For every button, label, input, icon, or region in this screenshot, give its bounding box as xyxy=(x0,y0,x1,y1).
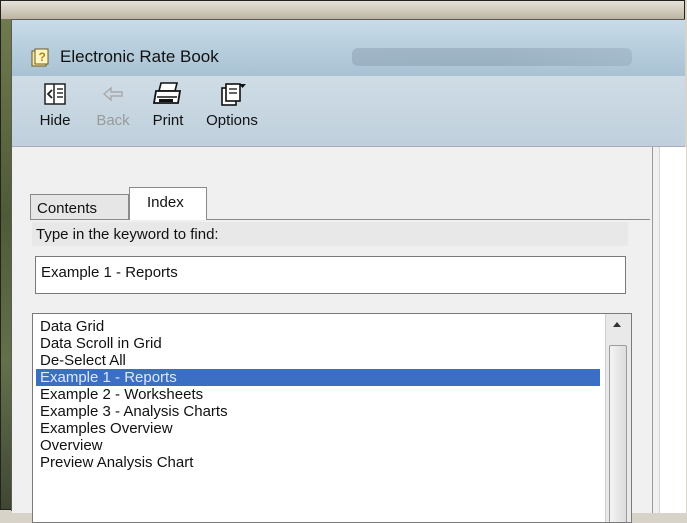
toolbar: Hide Back Print Options xyxy=(12,76,685,147)
list-item[interactable]: Data Grid xyxy=(36,318,600,335)
topic-content-pane xyxy=(660,147,686,513)
window-title: Electronic Rate Book xyxy=(60,47,219,66)
scroll-thumb[interactable] xyxy=(609,345,627,522)
title-bar[interactable]: ? Electronic Rate Book xyxy=(12,20,685,76)
hide-icon xyxy=(36,80,74,108)
options-label: Options xyxy=(206,112,258,129)
keyword-prompt: Type in the keyword to find: xyxy=(32,222,628,246)
background-strip xyxy=(1,1,684,19)
help-question-icon: ? xyxy=(30,48,50,68)
printer-icon xyxy=(148,80,188,108)
list-item-selected[interactable]: Example 1 - Reports xyxy=(36,369,600,386)
svg-text:?: ? xyxy=(39,50,46,64)
scroll-up-arrow-icon[interactable] xyxy=(613,322,621,327)
back-arrow-icon xyxy=(91,80,135,108)
list-scrollbar[interactable] xyxy=(605,314,631,522)
blurred-background xyxy=(352,48,632,66)
list-item[interactable]: Preview Analysis Chart xyxy=(36,454,600,471)
tab-index[interactable]: Index xyxy=(129,187,207,220)
list-item[interactable]: Overview xyxy=(36,437,600,454)
print-label: Print xyxy=(152,112,184,129)
index-list[interactable]: Data Grid Data Scroll in Grid De-Select … xyxy=(32,313,632,523)
list-item[interactable]: Example 3 - Analysis Charts xyxy=(36,403,600,420)
background-left-strip xyxy=(1,19,11,509)
print-button[interactable]: Print xyxy=(148,80,188,129)
options-icon xyxy=(200,80,264,108)
list-item[interactable]: Examples Overview xyxy=(36,420,600,437)
back-button[interactable]: Back xyxy=(91,80,135,129)
help-window: ? Electronic Rate Book Hide Back Print O… xyxy=(11,19,686,523)
tab-index-label: Index xyxy=(147,194,184,211)
list-item[interactable]: Data Scroll in Grid xyxy=(36,335,600,352)
list-item[interactable]: Example 2 - Worksheets xyxy=(36,386,600,403)
hide-button[interactable]: Hide xyxy=(36,80,74,129)
tab-contents[interactable]: Contents xyxy=(30,194,129,219)
client-area: Contents Index Type in the keyword to fi… xyxy=(12,147,686,523)
list-item[interactable]: De-Select All xyxy=(36,352,600,369)
back-label: Back xyxy=(96,112,130,129)
options-button[interactable]: Options xyxy=(200,80,264,129)
keyword-input[interactable]: Example 1 - Reports xyxy=(35,256,626,294)
tab-contents-label: Contents xyxy=(37,200,98,217)
hide-label: Hide xyxy=(39,112,71,129)
pane-splitter[interactable] xyxy=(652,147,660,513)
